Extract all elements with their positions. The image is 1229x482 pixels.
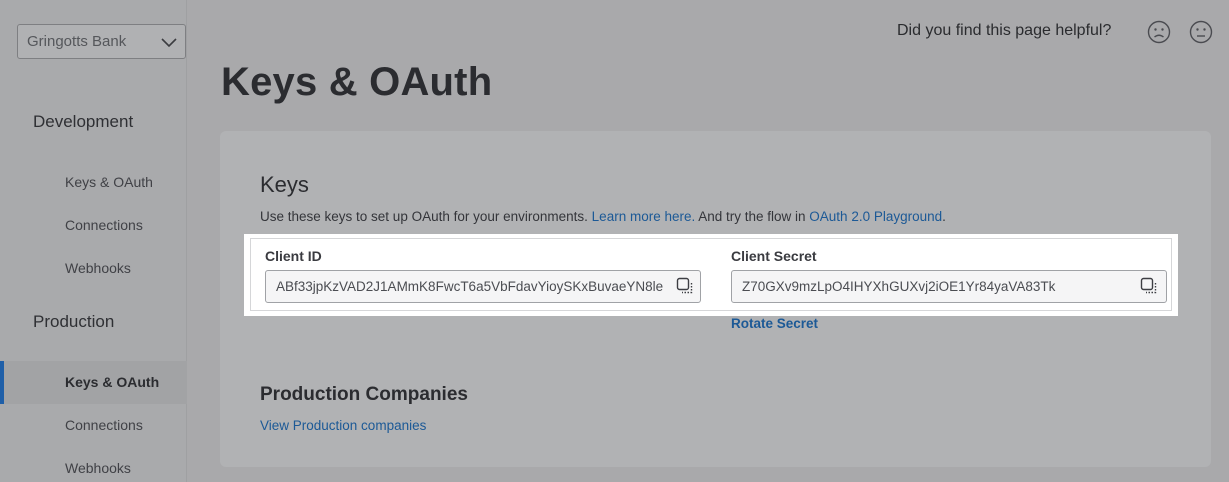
sidebar: Gringotts Bank Development Keys & OAuth … xyxy=(0,0,187,482)
client-id-field[interactable]: ABf33jpKzVAD2J1AMmK8FwcT6a5VbFdavYioySKx… xyxy=(265,270,701,303)
rotate-secret-link[interactable]: Rotate Secret xyxy=(731,316,818,331)
nav-section-production: Production xyxy=(33,312,115,331)
company-select[interactable]: Gringotts Bank xyxy=(17,24,186,59)
keys-desc-suffix: . xyxy=(942,209,946,224)
client-secret-field[interactable]: Z70GXv9mzLpO4IHYXhGUXvj2iOE1Yr84yaVA83Tk xyxy=(731,270,1167,303)
oauth-playground-link[interactable]: OAuth 2.0 Playground xyxy=(809,209,942,224)
learn-more-link[interactable]: Learn more here. xyxy=(592,209,696,224)
client-secret-label: Client Secret xyxy=(731,248,817,264)
keys-section-title: Keys xyxy=(260,172,309,197)
company-select-value: Gringotts Bank xyxy=(27,33,127,50)
sidebar-item-dev-connections[interactable]: Connections xyxy=(65,217,143,233)
helpful-prompt: Did you find this page helpful? xyxy=(897,22,1112,39)
copy-client-id-icon[interactable] xyxy=(676,277,694,295)
chevron-down-icon xyxy=(161,38,177,48)
sidebar-item-prod-keys-oauth[interactable]: Keys & OAuth xyxy=(65,374,159,390)
keys-desc-middle: And try the flow in xyxy=(695,209,810,224)
neutral-face-icon[interactable] xyxy=(1189,20,1213,44)
sidebar-item-prod-connections[interactable]: Connections xyxy=(65,417,143,433)
sidebar-item-dev-keys-oauth[interactable]: Keys & OAuth xyxy=(65,174,153,190)
copy-client-secret-icon[interactable] xyxy=(1140,277,1158,295)
sidebar-item-dev-webhooks[interactable]: Webhooks xyxy=(65,260,131,276)
production-companies-title: Production Companies xyxy=(260,384,468,405)
client-id-value: ABf33jpKzVAD2J1AMmK8FwcT6a5VbFdavYioySKx… xyxy=(276,279,664,294)
view-production-companies-link[interactable]: View Production companies xyxy=(260,418,426,433)
credentials-highlight: Client ID ABf33jpKzVAD2J1AMmK8FwcT6a5VbF… xyxy=(244,234,1178,316)
keys-desc-prefix: Use these keys to set up OAuth for your … xyxy=(260,209,592,224)
nav-section-development: Development xyxy=(33,112,134,131)
sidebar-item-prod-webhooks[interactable]: Webhooks xyxy=(65,460,131,476)
keys-description: Use these keys to set up OAuth for your … xyxy=(260,209,946,224)
page-title: Keys & OAuth xyxy=(221,60,493,104)
client-secret-value: Z70GXv9mzLpO4IHYXhGUXvj2iOE1Yr84yaVA83Tk xyxy=(742,279,1056,294)
client-id-label: Client ID xyxy=(265,248,322,264)
sad-face-icon[interactable] xyxy=(1147,20,1171,44)
